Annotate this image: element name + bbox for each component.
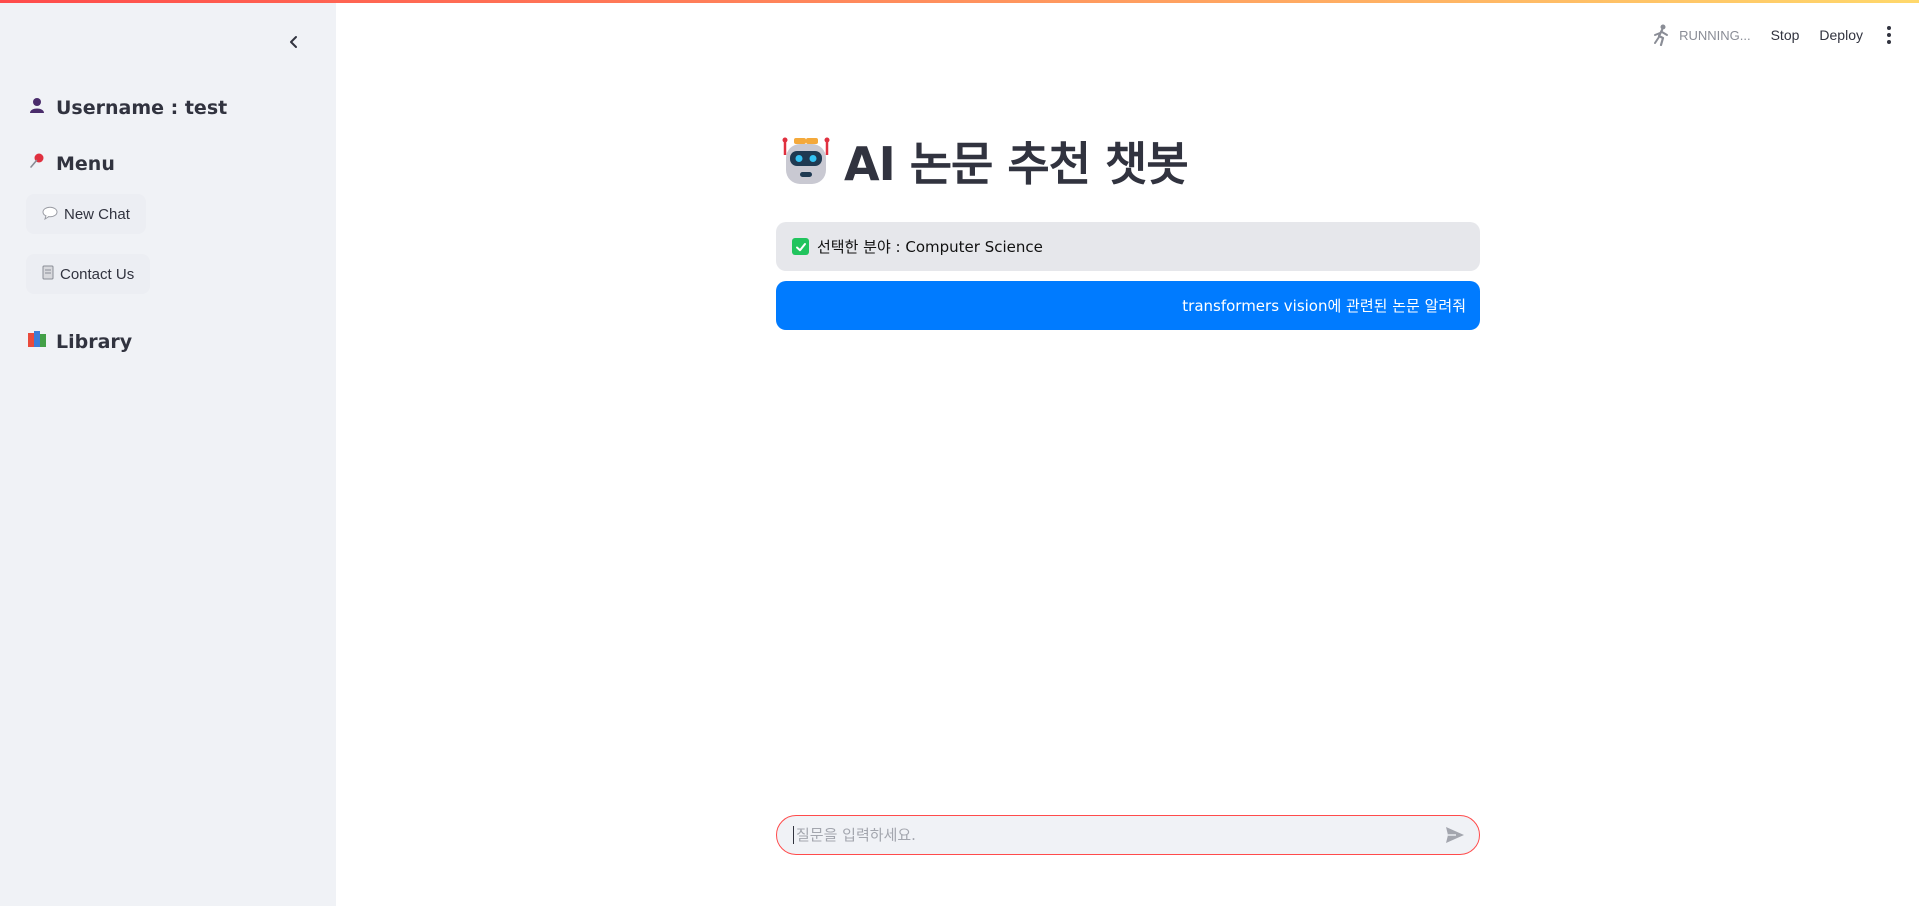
books-icon [26, 330, 48, 353]
pushpin-icon [26, 152, 48, 175]
collapse-sidebar-button[interactable] [280, 28, 308, 56]
status-label: RUNNING... [1679, 27, 1751, 43]
sidebar: Username : test Menu New Chat Contact Us… [0, 0, 336, 906]
person-silhouette-icon [26, 96, 48, 119]
page-icon [42, 265, 54, 283]
contact-us-button[interactable]: Contact Us [26, 254, 151, 294]
app-header-toolbar: RUNNING... Stop Deploy [1651, 24, 1895, 46]
user-message-bubble: transformers vision에 관련된 논문 알려줘 [776, 281, 1480, 330]
selected-field-notice: 선택한 분야 : Computer Science [776, 222, 1480, 271]
selected-field-text: 선택한 분야 : Computer Science [817, 238, 1043, 256]
chat-input[interactable] [793, 826, 1443, 844]
main-menu-button[interactable] [1883, 26, 1895, 44]
user-message-text: transformers vision에 관련된 논문 알려줘 [1182, 297, 1466, 315]
library-heading: Library [26, 330, 132, 353]
menu-heading: Menu [26, 152, 115, 175]
new-chat-label: New Chat [64, 205, 130, 223]
kebab-dot [1887, 40, 1891, 44]
deploy-button[interactable]: Deploy [1819, 27, 1863, 43]
running-person-icon [1654, 24, 1669, 46]
checkmark-icon [792, 238, 809, 255]
speech-bubble-icon [42, 206, 58, 223]
library-title: Library [56, 330, 133, 353]
robot-icon [782, 137, 830, 184]
username-heading: Username : test [26, 96, 227, 119]
menu-title: Menu [56, 152, 115, 175]
kebab-dot [1887, 26, 1891, 30]
chat-input-container [776, 815, 1480, 855]
top-progress-bar [0, 0, 1919, 3]
new-chat-button[interactable]: New Chat [26, 194, 146, 234]
page-title-text: AI 논문 추천 챗봇 [844, 137, 1189, 191]
chevron-left-icon [290, 36, 297, 48]
send-icon [1446, 827, 1464, 843]
kebab-dot [1887, 33, 1891, 37]
running-status: RUNNING... [1651, 24, 1751, 46]
page-title: AI 논문 추천 챗봇 [780, 128, 1189, 194]
send-button[interactable] [1443, 823, 1467, 847]
contact-us-label: Contact Us [60, 265, 135, 283]
stop-button[interactable]: Stop [1771, 27, 1800, 43]
username-label: Username : test [56, 96, 228, 119]
